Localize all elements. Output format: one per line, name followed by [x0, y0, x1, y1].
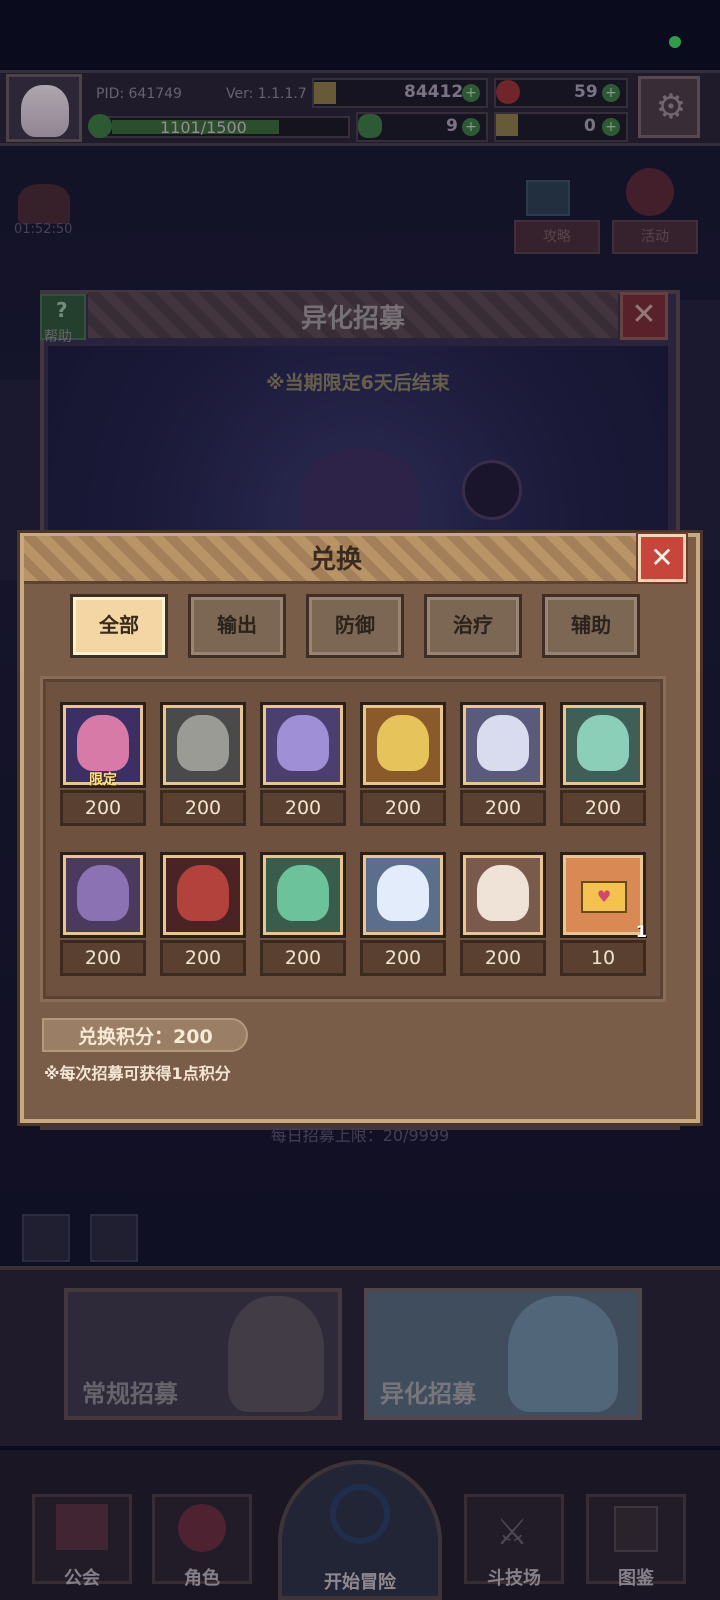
character-portrait [377, 865, 429, 921]
item-price: 200 [160, 790, 246, 826]
item-price: 200 [460, 790, 546, 826]
exchange-item[interactable] [460, 702, 546, 788]
exchange-item[interactable]: ♥ 1 [560, 852, 647, 941]
item-price: 200 [60, 940, 146, 976]
item-price: 200 [360, 790, 446, 826]
exchange-dialog-title: 兑换 [309, 545, 362, 575]
exchange-item[interactable] [60, 852, 146, 938]
character-portrait [177, 715, 229, 771]
exchange-item[interactable]: 限定 [60, 702, 146, 788]
item-price: 200 [360, 940, 446, 976]
item-price: 200 [260, 790, 346, 826]
exchange-item[interactable] [360, 702, 446, 788]
exchange-item[interactable] [460, 852, 546, 938]
exchange-item[interactable] [160, 852, 246, 938]
exchange-item[interactable] [260, 852, 346, 938]
letter-icon: ♥ [581, 881, 627, 913]
character-portrait [477, 865, 529, 921]
tab-healing[interactable]: 治疗 [424, 594, 522, 658]
exchange-item[interactable] [560, 702, 646, 788]
tab-defense[interactable]: 防御 [306, 594, 404, 658]
item-price: 200 [460, 940, 546, 976]
character-portrait [277, 715, 329, 771]
exchange-points: 兑换积分：200 [78, 1026, 213, 1048]
character-portrait [177, 865, 229, 921]
tab-support[interactable]: 辅助 [542, 594, 640, 658]
item-price: 200 [60, 790, 146, 826]
limited-tag: 限定 [89, 772, 117, 788]
character-portrait [277, 865, 329, 921]
character-portrait [77, 715, 129, 771]
character-portrait [377, 715, 429, 771]
character-portrait [77, 865, 129, 921]
exchange-item[interactable] [360, 852, 446, 938]
tab-damage[interactable]: 输出 [188, 594, 286, 658]
tab-all[interactable]: 全部 [70, 594, 168, 658]
exchange-points-note: ※每次招募可获得1点积分 [44, 1064, 231, 1083]
character-portrait [477, 715, 529, 771]
exchange-item[interactable] [260, 702, 346, 788]
character-portrait [577, 715, 629, 771]
item-price: 200 [260, 940, 346, 976]
item-price: 200 [160, 940, 246, 976]
exchange-item[interactable] [160, 702, 246, 788]
close-icon: ✕ [650, 541, 674, 574]
exchange-close-button[interactable]: ✕ [638, 534, 686, 582]
item-price: 10 [560, 940, 646, 976]
item-count: 1 [635, 922, 647, 941]
item-price: 200 [560, 790, 646, 826]
